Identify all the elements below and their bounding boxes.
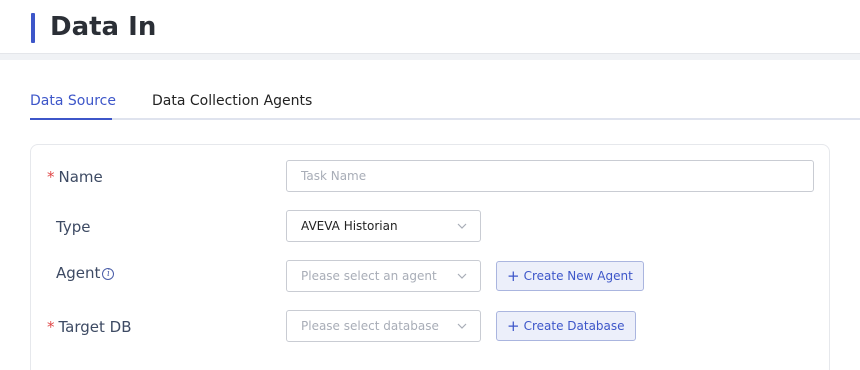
create-database-label: Create Database xyxy=(523,319,625,333)
agent-label: Agent i xyxy=(56,263,115,283)
required-marker: * xyxy=(47,318,55,336)
task-name-input[interactable] xyxy=(286,160,814,192)
agent-label-text: Agent xyxy=(56,264,101,282)
create-new-agent-button[interactable]: + Create New Agent xyxy=(496,261,644,291)
type-select-value: AVEVA Historian xyxy=(301,219,398,233)
data-source-form: *Name Type AVEVA Historian Agenti Please… xyxy=(30,144,830,370)
tab-data-source[interactable]: Data Source xyxy=(30,92,116,110)
required-marker: * xyxy=(47,168,55,186)
tab-label: Data Source xyxy=(30,93,116,109)
create-database-button[interactable]: + Create Database xyxy=(496,311,636,341)
main-panel: Data Source Data Collection Agents * Name… xyxy=(0,60,860,370)
target-db-select[interactable]: Please select database xyxy=(286,310,481,342)
name-label-text: Name xyxy=(58,168,103,186)
chevron-down-icon xyxy=(457,223,467,229)
active-tab-indicator xyxy=(30,118,112,120)
chevron-down-icon xyxy=(457,273,467,279)
name-label: * Name xyxy=(47,167,103,187)
chevron-down-icon xyxy=(457,323,467,329)
target-db-label: * Target DB xyxy=(47,317,132,337)
tab-label: Data Collection Agents xyxy=(152,93,313,109)
page-header: Data In xyxy=(0,0,860,54)
title-accent-bar xyxy=(31,13,35,43)
tab-data-collection-agents[interactable]: Data Collection Agents xyxy=(152,92,312,110)
create-new-agent-label: Create New Agent xyxy=(523,269,633,283)
target-db-select-placeholder: Please select database xyxy=(301,319,439,333)
plus-icon: + xyxy=(507,267,520,285)
tab-bar: Data Source Data Collection Agents xyxy=(30,82,860,120)
type-label: Type xyxy=(56,218,91,236)
agent-select[interactable]: Please select an agent xyxy=(286,260,481,292)
page-title: Data In xyxy=(50,12,157,42)
target-db-label-text: Target DB xyxy=(58,318,132,336)
agent-select-placeholder: Please select an agent xyxy=(301,269,437,283)
plus-icon: + xyxy=(507,317,520,335)
type-select[interactable]: AVEVA Historian xyxy=(286,210,481,242)
info-icon[interactable]: i xyxy=(102,268,115,280)
